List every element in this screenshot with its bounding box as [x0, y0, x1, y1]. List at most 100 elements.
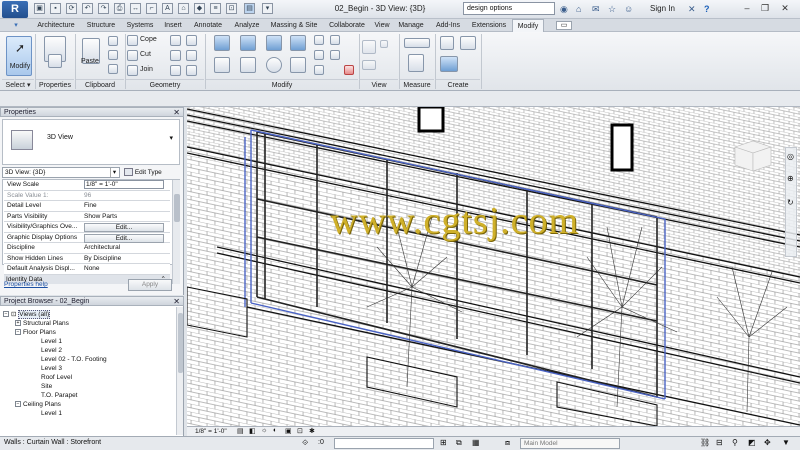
visual-style-icon[interactable]: ◧ — [249, 427, 256, 435]
properties-help-link[interactable]: Properties help — [4, 281, 48, 288]
tree-item-level-1[interactable]: Level 1 — [3, 337, 173, 346]
scroll-thumb[interactable] — [174, 194, 180, 222]
remove-paint-icon[interactable] — [186, 65, 197, 76]
override-graphics-icon[interactable] — [380, 40, 388, 48]
save-icon[interactable]: ▪ — [50, 3, 61, 14]
wall-joins-icon[interactable] — [170, 50, 181, 61]
panel-select[interactable]: Select ▾ — [2, 79, 34, 90]
tree-item-level-3[interactable]: Level 3 — [3, 364, 173, 373]
instance-selector[interactable]: 3D View: {3D} ▾ — [2, 167, 120, 178]
dimension-icon[interactable]: ⌐ — [146, 3, 157, 14]
tab-extensions[interactable]: Extensions — [468, 19, 510, 32]
shadows-icon[interactable]: ◐ — [273, 427, 277, 434]
navigation-bar[interactable]: ◎ ⊕ ↻ — [785, 147, 797, 257]
print-icon[interactable]: ⎙ — [114, 3, 125, 14]
application-menu-button[interactable]: R — [2, 1, 28, 18]
delete-icon[interactable] — [344, 65, 354, 75]
edit-type-button[interactable]: Edit Type — [124, 167, 180, 178]
tree-item-ceiling-level-1[interactable]: Level 1 — [3, 409, 173, 418]
switch-windows-icon[interactable]: ▤ — [244, 3, 255, 14]
open-icon[interactable]: ▣ — [34, 3, 45, 14]
property-row[interactable]: Detail Level Fine — [4, 201, 170, 212]
tab-analyze[interactable]: Analyze — [230, 19, 264, 32]
apply-button[interactable]: Apply — [128, 279, 172, 291]
lock-view-icon[interactable]: ⊡ — [297, 427, 303, 435]
cut-geometry-icon[interactable] — [127, 50, 138, 61]
collapse-icon[interactable]: − — [15, 329, 21, 336]
match-type-icon[interactable] — [108, 64, 118, 74]
subscription-icon[interactable]: ⌂ — [576, 4, 581, 14]
view-scale[interactable]: 1/8" = 1'-0" — [195, 428, 227, 435]
collapse-icon[interactable]: − — [3, 311, 9, 318]
copy-element-icon[interactable] — [240, 57, 256, 73]
properties-icon[interactable] — [48, 54, 62, 68]
tree-item-views[interactable]: − ⊡ Views (all) — [3, 310, 173, 319]
tree-item-level-02-footing[interactable]: Level 02 - T.O. Footing — [3, 355, 173, 364]
tab-manage[interactable]: Manage — [395, 19, 427, 32]
workset-icon[interactable]: ⟐ — [302, 438, 308, 448]
undo-icon[interactable]: ↶ — [82, 3, 93, 14]
tree-item-site[interactable]: Site — [3, 382, 173, 391]
search-input[interactable]: design options — [463, 2, 555, 15]
tab-collaborate[interactable]: Collaborate — [324, 19, 370, 32]
select-pinned-icon[interactable]: ⚲ — [732, 438, 738, 447]
tab-architecture[interactable]: Architecture — [32, 19, 80, 32]
tree-item-roof-level[interactable]: Roof Level — [3, 373, 173, 382]
paint-icon[interactable] — [186, 35, 197, 46]
tab-massing-site[interactable]: Massing & Site — [266, 19, 322, 32]
join-icon[interactable] — [127, 65, 138, 76]
tree-item-level-2[interactable]: Level 2 — [3, 346, 173, 355]
property-row[interactable]: Visibility/Graphics Ove... Edit... — [4, 222, 170, 233]
tab-add-ins[interactable]: Add-Ins — [430, 19, 466, 32]
mirror-pick-axis-icon[interactable] — [266, 35, 282, 51]
property-row[interactable]: Discipline Architectural — [4, 243, 170, 254]
help-icon[interactable]: ? — [704, 4, 710, 14]
expand-icon[interactable]: + — [15, 320, 21, 327]
tree-item-ceiling-plans[interactable]: − Ceiling Plans — [3, 400, 173, 409]
create-assembly-icon[interactable] — [440, 36, 454, 50]
binoculars-icon[interactable]: ◉ — [560, 4, 568, 14]
scroll-thumb[interactable] — [178, 313, 183, 373]
text-icon[interactable]: A — [162, 3, 173, 14]
design-options-settings-icon[interactable]: ⧈ — [505, 438, 510, 448]
tab-structure[interactable]: Structure — [82, 19, 120, 32]
drag-elements-icon[interactable]: ✥ — [764, 438, 771, 447]
3d-view-icon[interactable]: ⌂ — [178, 3, 189, 14]
cope-icon[interactable] — [127, 35, 138, 46]
property-row[interactable]: Show Hidden Lines By Discipline — [4, 253, 170, 264]
measure-between-icon[interactable] — [404, 38, 430, 48]
type-selector[interactable]: 3D View ▾ — [2, 119, 180, 165]
property-row[interactable]: Graphic Display Options Edit... — [4, 232, 170, 243]
close-hidden-icon[interactable]: ⊡ — [226, 3, 237, 14]
rotate-icon[interactable] — [266, 57, 282, 73]
create-group-icon[interactable] — [440, 56, 458, 72]
move-icon[interactable] — [214, 57, 230, 73]
tab-annotate[interactable]: Annotate — [188, 19, 228, 32]
orbit-icon[interactable]: ↻ — [787, 198, 794, 207]
favorites-icon[interactable]: ☆ — [608, 4, 616, 14]
crop-view-icon[interactable]: ▣ — [285, 427, 292, 435]
workset-dropdown[interactable] — [334, 438, 434, 449]
unpin-icon[interactable] — [330, 50, 340, 60]
measure-icon[interactable]: ↔ — [130, 3, 141, 14]
tab-modify[interactable]: Modify — [512, 19, 544, 32]
detail-level-icon[interactable]: ▤ — [237, 427, 244, 435]
close-icon[interactable]: ✕ — [173, 297, 180, 306]
property-row[interactable]: Default Analysis Displ... None — [4, 264, 170, 275]
scale-icon[interactable] — [314, 65, 324, 75]
minimize-icon[interactable]: – — [740, 2, 754, 15]
split-icon[interactable] — [314, 35, 324, 45]
create-parts-icon[interactable] — [460, 36, 476, 50]
temporary-hide-icon[interactable]: ✱ — [309, 427, 315, 435]
properties-scrollbar[interactable] — [172, 180, 180, 284]
copy-icon[interactable] — [108, 50, 118, 60]
redo-icon[interactable]: ↷ — [98, 3, 109, 14]
trim-icon[interactable] — [290, 57, 306, 73]
split-face-icon[interactable] — [170, 35, 181, 46]
steering-wheel-icon[interactable]: ◎ — [787, 152, 794, 161]
sign-in-link[interactable]: Sign In — [650, 4, 675, 13]
hide-element-icon[interactable] — [362, 40, 376, 54]
thin-lines-icon[interactable]: ≡ — [210, 3, 221, 14]
tree-item-to-parapet[interactable]: T.O. Parapet — [3, 391, 173, 400]
3d-view-canvas[interactable]: ◎ ⊕ ↻ www.cgtsj.com — [187, 107, 800, 426]
